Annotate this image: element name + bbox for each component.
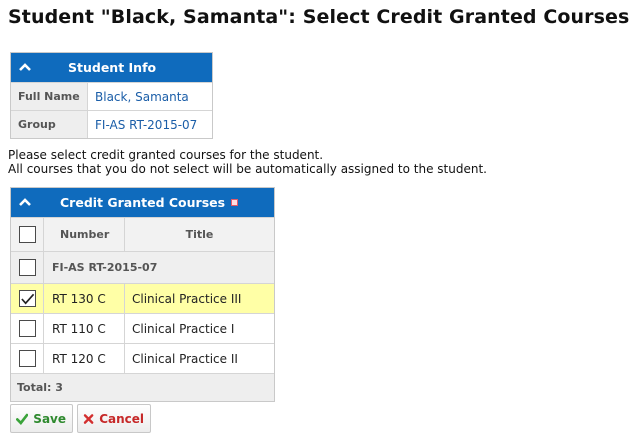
- instructions: Please select credit granted courses for…: [8, 148, 487, 176]
- info-row-group: Group FI-AS RT-2015-07: [11, 110, 212, 138]
- full-name-value[interactable]: Black, Samanta: [88, 83, 212, 110]
- column-header-number[interactable]: Number: [44, 218, 125, 251]
- student-info-title: Student Info: [68, 60, 157, 75]
- courses-panel: Credit Granted Courses Number Title FI-A…: [10, 187, 275, 402]
- total-count: Total: 3: [11, 373, 274, 401]
- select-all-checkbox[interactable]: [18, 226, 36, 243]
- row-checkbox[interactable]: [18, 320, 36, 337]
- chevron-up-icon[interactable]: [19, 62, 31, 72]
- student-info-panel: Student Info Full Name Black, Samanta Gr…: [10, 52, 213, 139]
- instructions-line-1: Please select credit granted courses for…: [8, 148, 324, 162]
- info-row-full-name: Full Name Black, Samanta: [11, 82, 212, 110]
- table-row[interactable]: RT 110 C Clinical Practice I: [11, 313, 274, 343]
- chevron-up-icon[interactable]: [19, 197, 31, 207]
- column-header-title[interactable]: Title: [125, 218, 274, 251]
- course-title: Clinical Practice II: [132, 351, 238, 366]
- page-title: Student "Black, Samanta": Select Credit …: [8, 6, 630, 28]
- student-info-header[interactable]: Student Info: [11, 53, 212, 82]
- row-checkbox-cell: [11, 314, 44, 343]
- courses-column-header: Number Title: [11, 217, 274, 251]
- cancel-button[interactable]: Cancel: [77, 404, 151, 433]
- checkmark-icon: [20, 293, 34, 304]
- course-title: Clinical Practice III: [132, 291, 242, 306]
- required-marker-icon: [231, 199, 239, 206]
- group-checkbox-cell: [11, 252, 44, 283]
- select-all-cell: [11, 218, 44, 251]
- row-checkbox[interactable]: [18, 350, 36, 367]
- full-name-label: Full Name: [11, 83, 88, 110]
- courses-title: Credit Granted Courses: [60, 195, 226, 210]
- checkmark-icon: [16, 413, 29, 425]
- table-row[interactable]: RT 120 C Clinical Practice II: [11, 343, 274, 373]
- row-checkbox-cell: [11, 284, 44, 313]
- cancel-button-label: Cancel: [99, 411, 144, 426]
- save-button[interactable]: Save: [10, 404, 73, 433]
- row-checkbox[interactable]: [18, 290, 36, 307]
- instructions-line-2: All courses that you do not select will …: [8, 162, 487, 176]
- close-icon: [83, 413, 94, 424]
- courses-header[interactable]: Credit Granted Courses: [11, 188, 274, 217]
- group-row: FI-AS RT-2015-07: [11, 251, 274, 283]
- row-checkbox-cell: [11, 344, 44, 373]
- course-number: RT 120 C: [44, 344, 125, 373]
- course-number: RT 110 C: [44, 314, 125, 343]
- group-value[interactable]: FI-AS RT-2015-07: [88, 111, 212, 138]
- group-row-label: FI-AS RT-2015-07: [52, 261, 158, 274]
- course-number: RT 130 C: [44, 284, 125, 313]
- save-button-label: Save: [33, 411, 66, 426]
- table-row[interactable]: RT 130 C Clinical Practice III: [11, 283, 274, 313]
- group-checkbox[interactable]: [18, 259, 36, 276]
- course-title: Clinical Practice I: [132, 321, 235, 336]
- group-label: Group: [11, 111, 88, 138]
